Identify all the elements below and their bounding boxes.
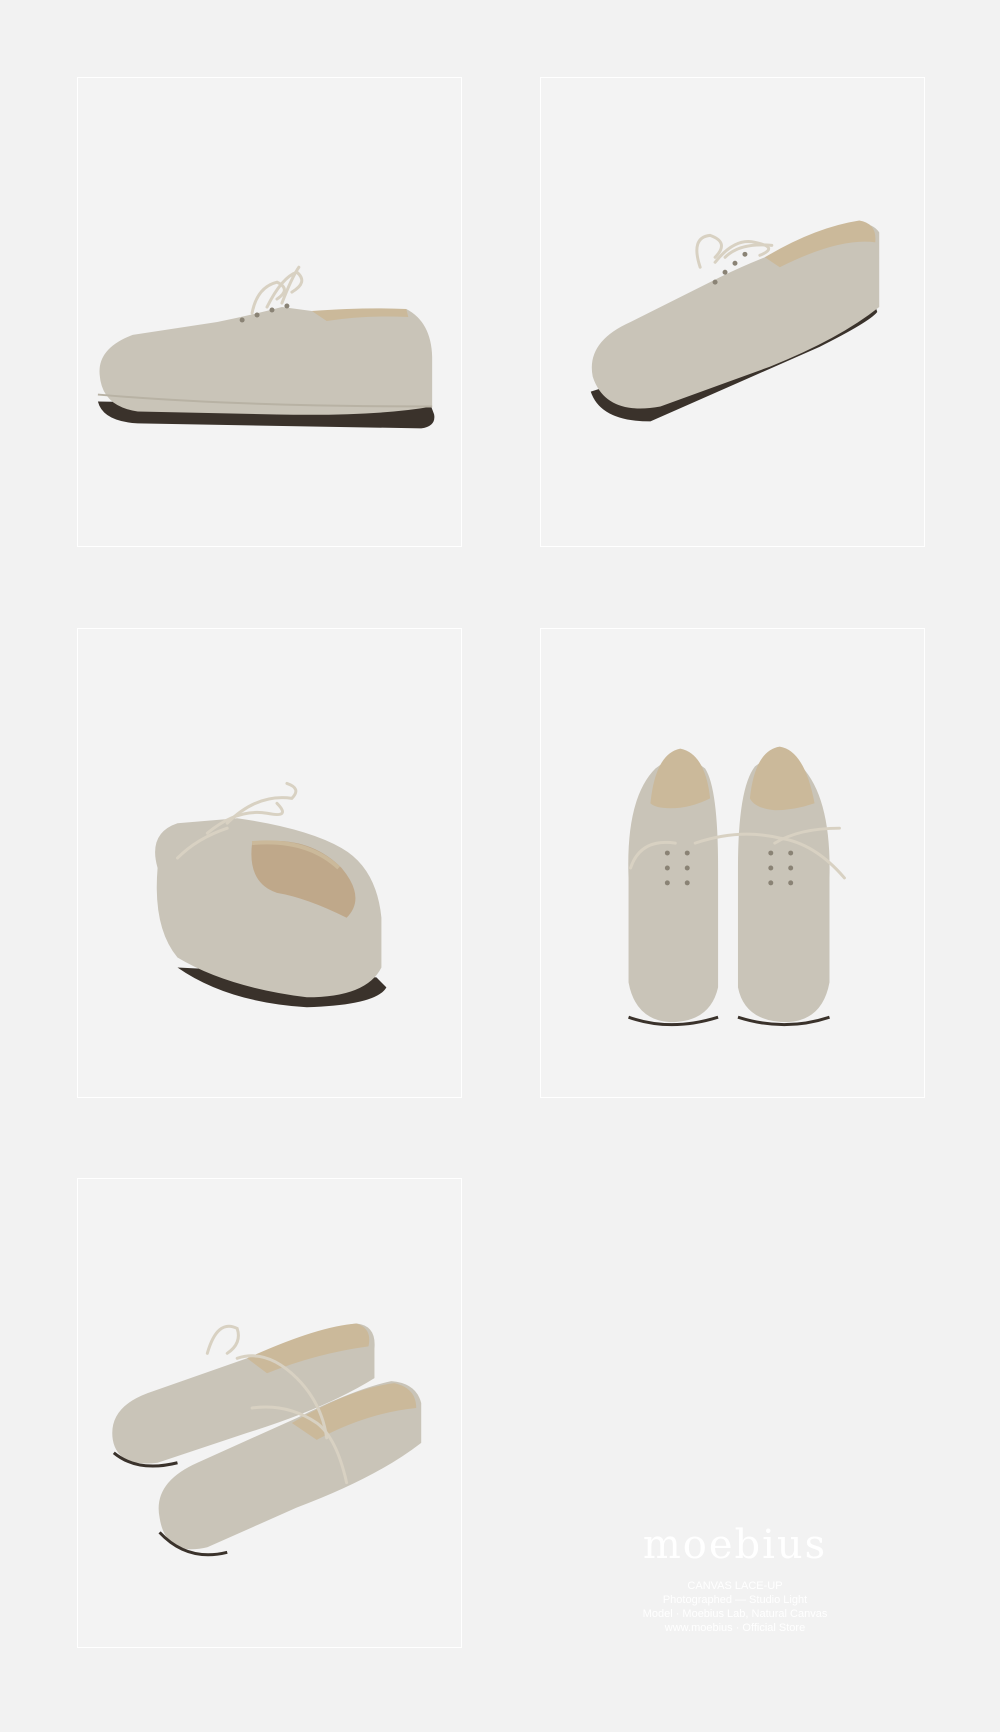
caption-line: www.moebius · Official Store: [664, 1622, 806, 1634]
caption-line: Model · Moebius Lab, Natural Canvas: [642, 1608, 828, 1620]
brand-block: moebius CANVAS LACE-UP Photographed — St…: [580, 1525, 890, 1635]
product-photo-rear-view: [77, 628, 462, 1098]
product-photo-top-pair: [540, 628, 925, 1098]
product-photo-three-quarter-front: [540, 77, 925, 547]
product-photo-side-view: [77, 77, 462, 547]
caption-line: CANVAS LACE-UP: [687, 1580, 783, 1592]
brand-logo: moebius: [642, 1522, 828, 1568]
brand-caption: CANVAS LACE-UP Photographed — Studio Lig…: [580, 1579, 890, 1635]
product-photo-angled-pair: [77, 1178, 462, 1648]
caption-line: Photographed — Studio Light: [662, 1594, 808, 1606]
